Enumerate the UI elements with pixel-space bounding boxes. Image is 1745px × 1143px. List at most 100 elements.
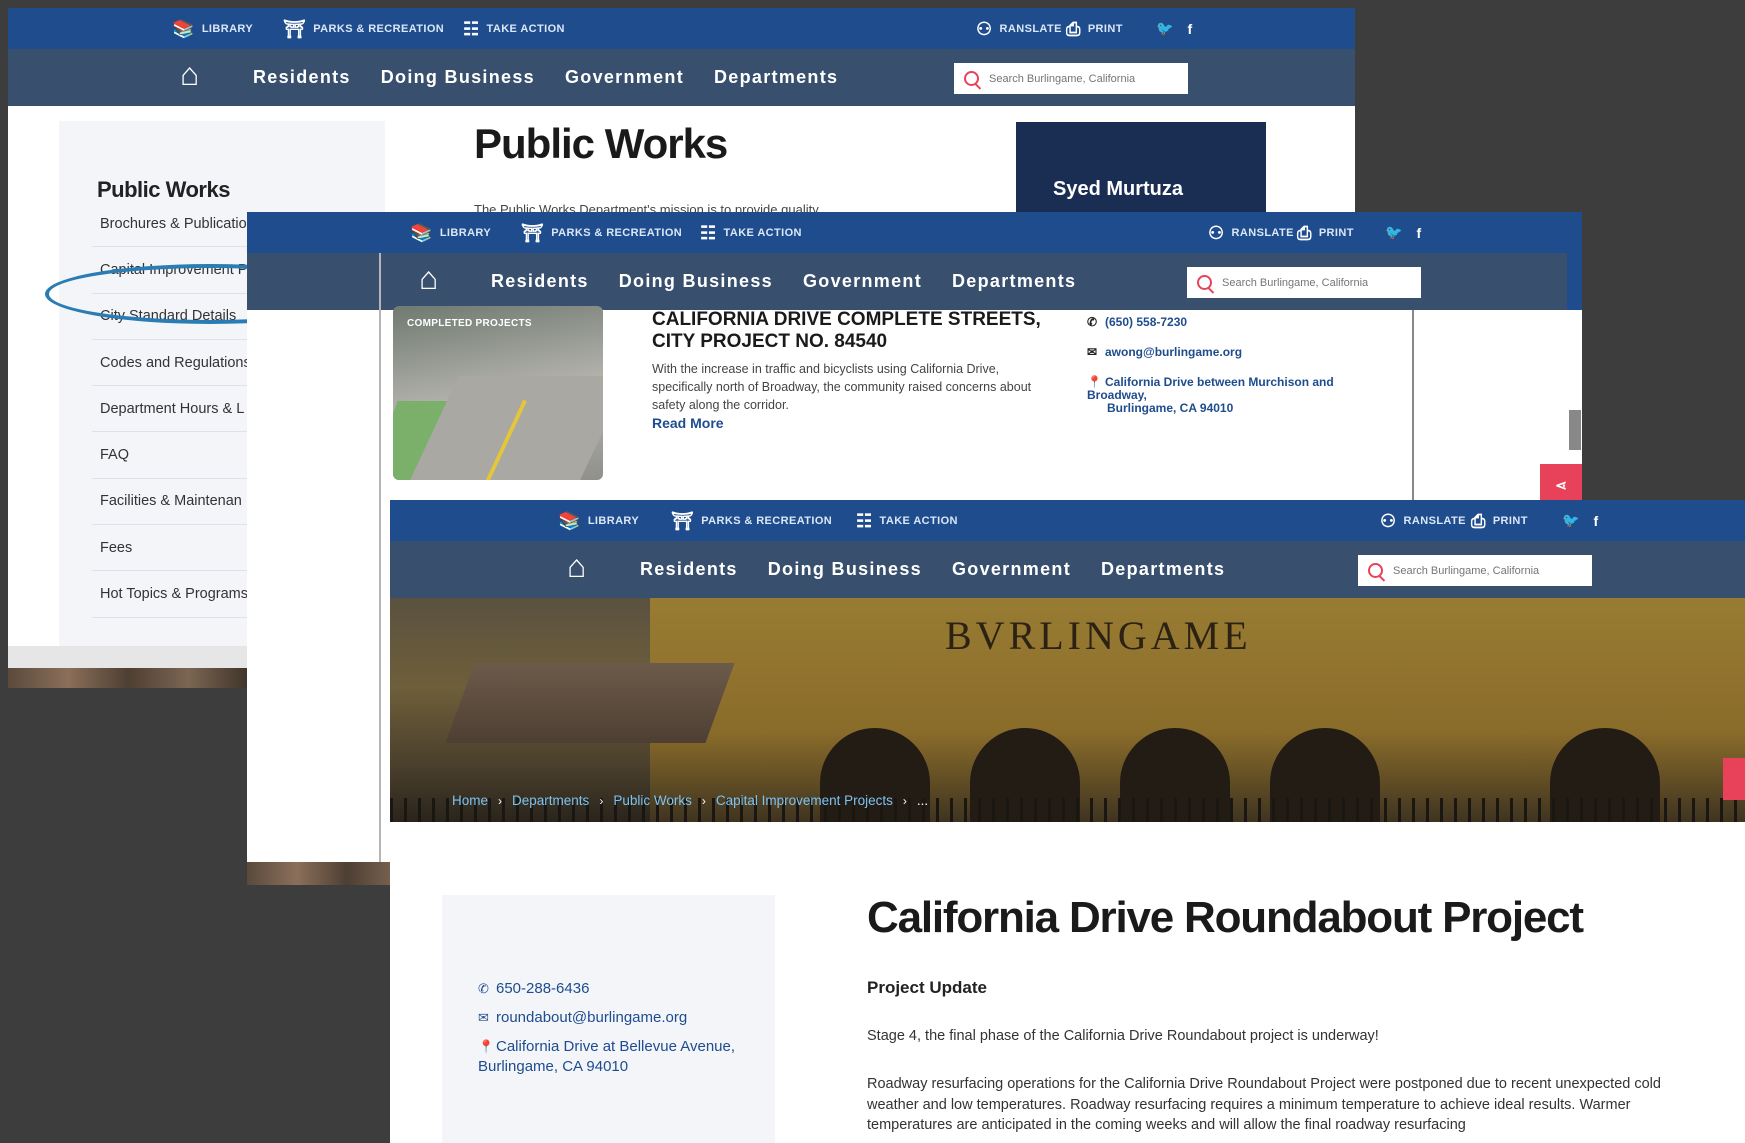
print-link[interactable]: ⎙ PRINT [1471,500,1528,541]
twitter-icon[interactable]: 🐦 [1385,224,1402,241]
home-icon[interactable]: ⌂ [180,58,199,90]
breadcrumb-home[interactable]: Home [452,793,488,808]
printer-icon: ⎙ [1297,222,1312,243]
share-icon: ⋖ [1555,476,1567,493]
take-action-link[interactable]: ☷ TAKE ACTION [463,8,565,49]
utility-bar: 📚 LIBRARY ⛩ PARKS & RECREATION ☷ TAKE ACTIO… [390,500,1745,541]
body-paragraph: Roadway resurfacing operations for the C… [867,1076,1661,1133]
search-input[interactable] [1393,564,1583,577]
search-icon [1368,563,1383,578]
footer-image [247,862,397,885]
phone-icon: ✆ [1087,315,1098,329]
print-link[interactable]: ⎙ PRINT [1066,8,1123,49]
scrollbar-thumb[interactable] [1569,410,1581,450]
printer-icon: ⎙ [1471,510,1486,531]
scrollbar-track[interactable] [1567,212,1582,310]
main-nav: ⌂ Residents Doing Business Government De… [390,541,1745,598]
envelope-icon: ✉ [1087,345,1098,359]
print-link[interactable]: ⎙ PRINT [1297,212,1354,253]
picnic-table-icon: ⛩ [283,18,307,39]
home-icon[interactable]: ⌂ [419,262,438,294]
contact-phone[interactable]: ✆ (650) 558-7230 [1087,316,1187,329]
library-link[interactable]: 📚 LIBRARY [172,8,253,49]
nav-residents[interactable]: Residents [491,271,589,292]
content-divider [379,253,381,885]
translate-icon: ⚇ [1380,510,1397,531]
library-link[interactable]: 📚 LIBRARY [410,212,491,253]
footer-image [8,668,248,688]
twitter-icon[interactable]: 🐦 [1562,512,1579,529]
nav-departments[interactable]: Departments [952,271,1076,292]
phone-icon: ✆ [478,981,489,996]
nav-doing-business[interactable]: Doing Business [768,559,922,580]
nav-residents[interactable]: Residents [253,67,351,88]
search-box[interactable] [954,63,1188,94]
contact-phone[interactable]: ✆ 650-288-6436 [478,979,589,999]
breadcrumb-capital-improvement[interactable]: Capital Improvement Projects [716,793,893,808]
search-input[interactable] [989,72,1179,85]
translate-icon: ⚇ [1208,222,1225,243]
chevron-right-icon: › [498,793,503,808]
twitter-icon[interactable]: 🐦 [1156,20,1173,37]
contact-sidebar: ✆ 650-288-6436 ✉ roundabout@burlingame.org… [442,895,775,1143]
library-link[interactable]: 📚 LIBRARY [558,500,639,541]
sidebar-title: Public Works [97,177,230,202]
parks-link[interactable]: ⛩ PARKS & RECREATION [283,8,444,49]
library-icon: 📚 [410,222,433,243]
contact-location[interactable]: 📍 California Drive between Murchison and … [1087,376,1357,415]
read-more-link[interactable]: Read More [652,415,724,431]
update-paragraph: Stage 4, the final phase of the Californ… [867,1028,1379,1044]
parks-link[interactable]: ⛩ PARKS & RECREATION [671,500,832,541]
breadcrumb: Home › Departments › Public Works › Capital… [452,793,928,808]
facebook-icon[interactable]: f [1593,513,1598,529]
translate-link[interactable]: ⚇ RANSLATE [1208,212,1294,253]
project-thumbnail[interactable]: COMPLETED PROJECTS [393,306,603,480]
chevron-right-icon: › [599,793,604,808]
search-icon [1197,275,1212,290]
parks-link[interactable]: ⛩ PARKS & RECREATION [521,212,682,253]
contact-location[interactable]: 📍 California Drive at Bellevue Avenue, Bur… [478,1037,758,1077]
project-description: With the increase in traffic and bicycli… [652,362,1032,412]
nav-residents[interactable]: Residents [640,559,738,580]
printer-icon: ⎙ [1066,18,1081,39]
contact-name: Syed Murtuza [1053,178,1184,200]
nav-government[interactable]: Government [803,271,922,292]
nav-doing-business[interactable]: Doing Business [619,271,773,292]
utility-bar: 📚 LIBRARY ⛩ PARKS & RECREATION ☷ TAKE ACTIO… [8,8,1355,49]
checklist-icon: ☷ [856,510,873,531]
station-sign: BVRLINGAME [945,613,1252,658]
page-title: California Drive Roundabout Project [867,893,1584,942]
nav-departments[interactable]: Departments [714,67,838,88]
map-pin-icon: 📍 [478,1039,495,1054]
project-title: CALIFORNIA DRIVE COMPLETE STREETS, CITY … [652,309,1041,352]
breadcrumb-departments[interactable]: Departments [512,793,589,808]
library-icon: 📚 [558,510,581,531]
facebook-icon[interactable]: f [1187,21,1192,37]
nav-government[interactable]: Government [952,559,1071,580]
translate-link[interactable]: ⚇ RANSLATE [976,8,1062,49]
page-title: Public Works [474,120,728,167]
search-box[interactable] [1358,555,1592,586]
share-button[interactable] [1723,758,1745,800]
home-icon[interactable]: ⌂ [567,550,586,582]
take-action-link[interactable]: ☷ TAKE ACTION [856,500,958,541]
main-nav: ⌂ Residents Doing Business Government De… [247,253,1582,310]
facebook-icon[interactable]: f [1416,225,1421,241]
contact-email[interactable]: ✉ roundabout@burlingame.org [478,1008,687,1028]
checklist-icon: ☷ [463,18,480,39]
contact-card: Syed Murtuza [1016,122,1266,222]
contact-email[interactable]: ✉ awong@burlingame.org [1087,346,1242,359]
nav-government[interactable]: Government [565,67,684,88]
window-roundabout-project: 📚 LIBRARY ⛩ PARKS & RECREATION ☷ TAKE ACTIO… [390,500,1745,1143]
picnic-table-icon: ⛩ [521,222,545,243]
nav-doing-business[interactable]: Doing Business [381,67,535,88]
translate-link[interactable]: ⚇ RANSLATE [1380,500,1466,541]
utility-bar: 📚 LIBRARY ⛩ PARKS & RECREATION ☷ TAKE ACTIO… [247,212,1582,253]
search-box[interactable] [1187,267,1421,298]
nav-departments[interactable]: Departments [1101,559,1225,580]
chevron-right-icon: › [701,793,706,808]
breadcrumb-public-works[interactable]: Public Works [613,793,692,808]
checklist-icon: ☷ [700,222,717,243]
take-action-link[interactable]: ☷ TAKE ACTION [700,212,802,253]
search-input[interactable] [1222,276,1412,289]
